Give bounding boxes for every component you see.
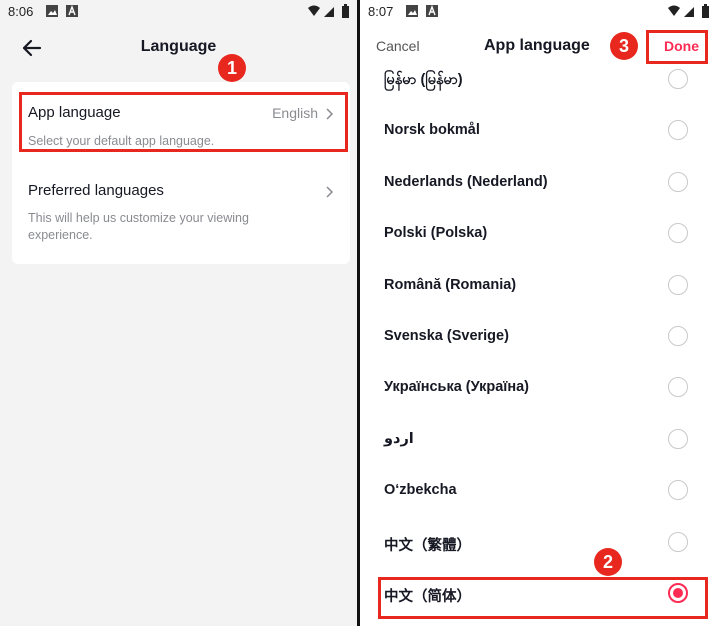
language-option[interactable]: Svenska (Sverige) [360, 312, 716, 363]
radio-unselected-icon[interactable] [668, 377, 688, 398]
language-option[interactable]: Українська (Україна) [360, 363, 716, 414]
preferred-languages-row[interactable]: Preferred languages This will help us cu… [12, 158, 350, 264]
radio-unselected-icon[interactable] [668, 69, 688, 89]
language-option-label: မြန်မာ (မြန်မာ) [384, 72, 463, 88]
language-option[interactable]: 中文（繁體） [360, 518, 716, 569]
highlight-box-app-language [19, 92, 348, 152]
language-settings-screen: 8:06 Language App language English Selec… [0, 0, 357, 626]
language-option[interactable]: اردو [360, 415, 716, 466]
language-option-label: Norsk bokmål [384, 122, 480, 139]
language-option[interactable]: Norsk bokmål [360, 106, 716, 157]
status-time: 8:06 [8, 4, 34, 19]
radio-unselected-icon[interactable] [668, 428, 688, 449]
page-title: Language [140, 38, 217, 55]
radio-unselected-icon[interactable] [668, 326, 688, 346]
preferred-languages-label: Preferred languages [28, 182, 164, 199]
step-badge-3: 3 [610, 32, 638, 60]
signal-battery-icons [668, 4, 709, 18]
highlight-box-selected-language [378, 577, 708, 619]
chevron-right-icon [326, 186, 334, 198]
radio-unselected-icon[interactable] [668, 274, 688, 295]
language-option[interactable]: Română (Romania) [360, 261, 716, 312]
image-icon [406, 5, 418, 17]
radio-unselected-icon[interactable] [668, 223, 688, 244]
status-time: 8:07 [368, 4, 394, 19]
language-option-label: Română (Romania) [384, 276, 517, 293]
signal-battery-icons [308, 4, 349, 18]
step-badge-2: 2 [594, 548, 622, 576]
preferred-languages-subtitle: This will help us customize your viewing… [28, 211, 249, 242]
radio-unselected-icon[interactable] [668, 531, 688, 552]
language-option[interactable]: O‘zbekcha [360, 466, 716, 517]
cancel-button[interactable]: Cancel [376, 38, 420, 54]
page-title: App language [484, 37, 590, 54]
language-option-label: Svenska (Sverige) [384, 328, 509, 344]
status-bar: 8:06 [0, 0, 357, 24]
text-icon [426, 5, 438, 17]
status-bar: 8:07 [360, 0, 716, 24]
language-option-label: O‘zbekcha [384, 482, 457, 499]
radio-unselected-icon[interactable] [668, 120, 688, 141]
radio-unselected-icon[interactable] [668, 480, 688, 501]
language-option[interactable]: Polski (Polska) [360, 209, 716, 260]
text-icon [66, 5, 78, 17]
app-language-picker-screen: 8:07 Cancel App language Done မြန်မာ (မြ… [360, 0, 716, 626]
highlight-box-done [646, 30, 708, 64]
step-badge-1: 1 [218, 54, 246, 82]
radio-unselected-icon[interactable] [668, 171, 688, 192]
language-option-label: اردو [384, 430, 414, 447]
language-option-label: Polski (Polska) [384, 225, 488, 242]
image-icon [46, 5, 58, 17]
language-option-label: Nederlands (Nederland) [384, 173, 548, 190]
language-option[interactable]: Nederlands (Nederland) [360, 158, 716, 209]
language-option-label: Українська (Україна) [384, 379, 530, 396]
language-option-label: 中文（繁體） [384, 537, 471, 554]
